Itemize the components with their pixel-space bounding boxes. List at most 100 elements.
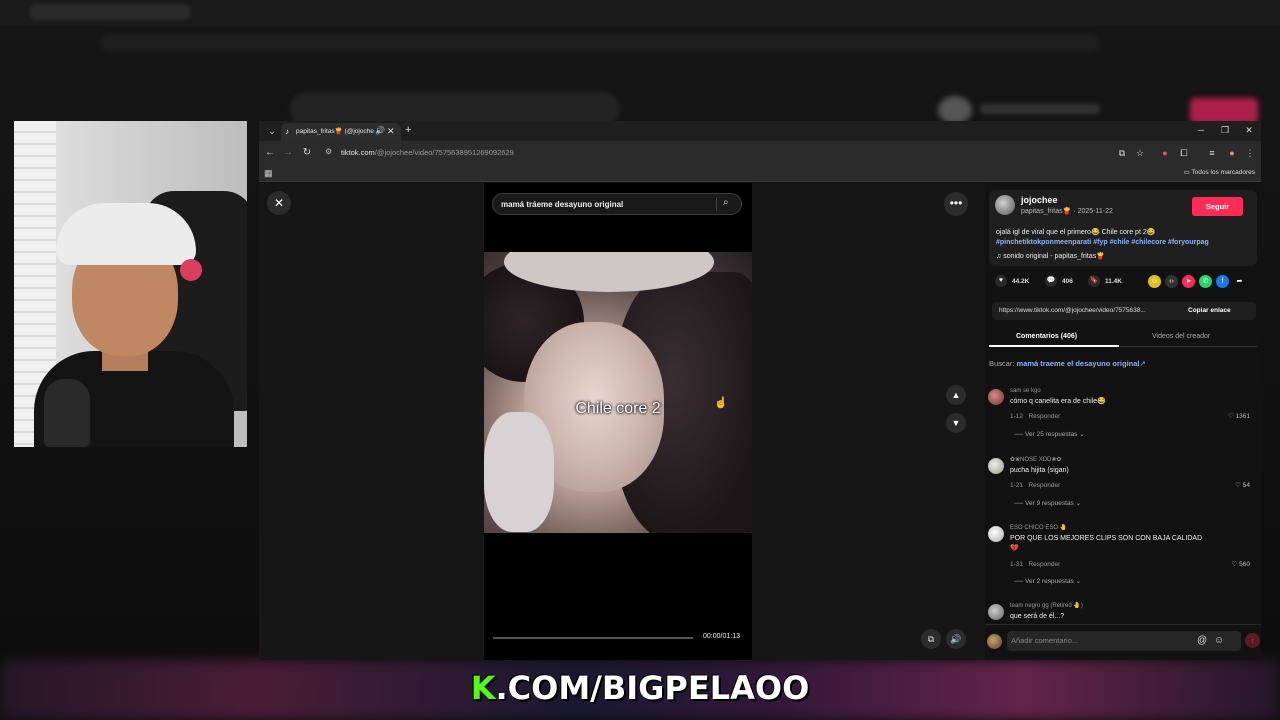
browser-window: ⌄ ♪ papitas_fritas🍟 (@jojoche 🔊 ✕ + ─ ❐ … bbox=[259, 121, 1261, 660]
related-search[interactable]: Buscar: mamá traeme el desayuno original… bbox=[989, 359, 1146, 369]
search-query: mamá tráeme desayuno original bbox=[501, 200, 624, 209]
heart-icon[interactable]: ♥ bbox=[995, 275, 1007, 287]
comment-meta: 1-31 Responder bbox=[1010, 561, 1061, 568]
tiktok-favicon-icon: ♪ bbox=[285, 127, 289, 136]
forward-icon[interactable]: → bbox=[282, 147, 294, 159]
reload-icon[interactable]: ↻ bbox=[301, 147, 313, 159]
reply-button[interactable]: Responder bbox=[1028, 482, 1060, 489]
active-tab-indicator bbox=[989, 345, 1119, 347]
comment-avatar[interactable] bbox=[988, 458, 1004, 474]
video-time: 00:00/01:13 bbox=[703, 633, 740, 640]
comment-text: POR QUE LOS MEJORES CLIPS SON CON BAJA C… bbox=[1010, 535, 1203, 542]
browser-menu-icon[interactable]: ⋮ bbox=[1244, 147, 1256, 159]
close-video-icon[interactable]: ✕ bbox=[267, 191, 291, 215]
background-tab bbox=[30, 4, 190, 20]
tab-title: papitas_fritas🍟 (@jojoche bbox=[296, 128, 374, 135]
comment-avatar[interactable] bbox=[988, 604, 1004, 620]
extension-red-icon[interactable]: ● bbox=[1159, 147, 1171, 159]
progress-bar[interactable] bbox=[493, 637, 693, 639]
comment-username[interactable]: ✿❀NOSE XDD❀✿ bbox=[1010, 456, 1061, 464]
share-link-url[interactable]: https://www.tiktok.com/@jojochee/video/7… bbox=[999, 306, 1181, 316]
site-info-icon[interactable]: ⚙ bbox=[325, 147, 332, 156]
panel-tabs: Comentarios (406) Videos del creador bbox=[989, 329, 1257, 347]
tab-comments[interactable]: Comentarios (406) bbox=[1016, 332, 1077, 342]
previous-video-icon[interactable]: ▲ bbox=[946, 385, 966, 405]
video-info-box: jojochee papitas_fritas🍟 · 2025-11-22 Se… bbox=[989, 190, 1257, 266]
comment-like[interactable]: ♡ 560 bbox=[1232, 560, 1251, 569]
follow-button[interactable]: Seguir bbox=[1192, 197, 1243, 216]
search-divider bbox=[716, 198, 717, 211]
video-description: ojalá igl de viral que el primero😂 Chile… bbox=[996, 229, 1156, 236]
webcam-cap-logo bbox=[180, 259, 202, 281]
back-icon[interactable]: ← bbox=[264, 147, 276, 159]
tab-creator-videos[interactable]: Videos del creador bbox=[1152, 332, 1210, 342]
speaker-icon[interactable]: 🔊 bbox=[375, 126, 385, 135]
send-to-friends-icon[interactable]: ➤ bbox=[1182, 275, 1195, 288]
author-subtitle: papitas_fritas🍟 · 2025-11-22 bbox=[1021, 208, 1113, 215]
comment-text: que será de él...? bbox=[1010, 613, 1065, 620]
share-arrow-icon[interactable]: ➦ bbox=[1233, 275, 1246, 288]
new-tab-icon[interactable]: + bbox=[405, 124, 411, 136]
repost-icon[interactable]: ☺ bbox=[1148, 275, 1161, 288]
view-replies-button[interactable]: ── Ver 2 respuestas ⌄ bbox=[1014, 577, 1081, 586]
video-search-bar[interactable]: mamá tráeme desayuno original ⌕ bbox=[492, 193, 742, 215]
video-caption: Chile core 2 bbox=[575, 400, 661, 417]
comment-placeholder: Añadir comentario... bbox=[1011, 636, 1079, 645]
comment-text: cómo q canelita era de chile😂 bbox=[1010, 398, 1106, 405]
search-icon[interactable]: ⌕ bbox=[723, 197, 729, 208]
browser-tab[interactable]: ♪ papitas_fritas🍟 (@jojoche 🔊 ✕ bbox=[281, 123, 401, 141]
apps-grid-icon[interactable]: ▦ bbox=[264, 168, 273, 179]
author-handle[interactable]: jojochee bbox=[1021, 195, 1058, 206]
comment-avatar[interactable] bbox=[988, 389, 1004, 405]
restore-icon[interactable]: ❐ bbox=[1219, 125, 1231, 136]
comment-username[interactable]: sam se kgo bbox=[1010, 387, 1041, 395]
video-player[interactable]: mamá tráeme desayuno original ⌕ Chile co… bbox=[484, 183, 752, 660]
view-replies-button[interactable]: ── Ver 9 respuestas ⌄ bbox=[1014, 499, 1081, 508]
floating-player-icon[interactable]: ⧉ bbox=[921, 629, 941, 649]
comment-like[interactable]: ♡ 54 bbox=[1235, 481, 1250, 490]
comment-avatar[interactable] bbox=[988, 526, 1004, 542]
send-comment-icon[interactable]: ↑ bbox=[1245, 633, 1260, 648]
bookmark-icon[interactable]: 🔖 bbox=[1088, 275, 1100, 287]
facebook-icon[interactable]: f bbox=[1216, 275, 1229, 288]
install-app-icon[interactable]: ⧉ bbox=[1116, 147, 1128, 159]
video-frame[interactable]: Chile core 2 ☝ bbox=[484, 252, 752, 533]
comment-username[interactable]: ESO CHICO ESO 🤚 bbox=[1010, 524, 1067, 532]
extensions-puzzle-icon[interactable]: ⧠ bbox=[1178, 147, 1190, 159]
more-options-icon[interactable]: ••• bbox=[944, 192, 968, 216]
volume-icon[interactable]: 🔊 bbox=[946, 629, 966, 649]
comment-icon[interactable]: 💬 bbox=[1045, 275, 1057, 287]
minimize-icon[interactable]: ─ bbox=[1195, 125, 1207, 136]
emoji-icon[interactable]: ☺ bbox=[1214, 635, 1224, 647]
mouse-cursor-icon: ☝ bbox=[714, 397, 728, 409]
comment-input[interactable]: Añadir comentario... @ ☺ bbox=[1007, 631, 1241, 651]
comment-like[interactable]: ♡ 1361 bbox=[1228, 412, 1250, 421]
embed-icon[interactable]: ‹› bbox=[1165, 275, 1178, 288]
related-search-query[interactable]: mamá traeme el desayuno original bbox=[1017, 359, 1140, 368]
next-video-icon[interactable]: ▼ bbox=[946, 413, 966, 433]
media-control-icon[interactable]: ≡ bbox=[1206, 147, 1218, 159]
bookmark-star-icon[interactable]: ☆ bbox=[1134, 147, 1146, 159]
tab-close-icon[interactable]: ✕ bbox=[387, 126, 395, 137]
window-close-icon[interactable]: ✕ bbox=[1243, 125, 1255, 136]
address-bar[interactable]: ⚙ tiktok.com/@jojochee/video/75756389512… bbox=[323, 145, 1113, 161]
comment-text: pucha hijita (sigan) bbox=[1010, 467, 1069, 474]
profile-avatar-icon[interactable]: ● bbox=[1226, 147, 1238, 159]
all-bookmarks-folder[interactable]: ▭ Todos los marcadores bbox=[1184, 168, 1255, 178]
all-bookmarks-label: Todos los marcadores bbox=[1191, 169, 1255, 176]
view-replies-button[interactable]: ── Ver 25 respuestas ⌄ bbox=[1014, 430, 1085, 439]
background-text-line bbox=[980, 104, 1100, 114]
mention-icon[interactable]: @ bbox=[1197, 635, 1207, 647]
reply-button[interactable]: Responder bbox=[1028, 413, 1060, 420]
tiktok-page: ✕ mamá tráeme desayuno original ⌕ Chile … bbox=[259, 183, 1261, 660]
webcam-microphone bbox=[44, 379, 90, 447]
copy-link-button[interactable]: Copiar enlace bbox=[1188, 306, 1231, 316]
whatsapp-icon[interactable]: ✆ bbox=[1199, 275, 1212, 288]
video-hashtags[interactable]: #pinchetiktokponmeenparati #fyp #chile #… bbox=[996, 238, 1209, 247]
sound-link[interactable]: ♫ sonido original - papitas_fritas🍟 bbox=[996, 252, 1105, 261]
tab-search-icon[interactable]: ⌄ bbox=[265, 124, 279, 138]
comment-text-line2: 💔 bbox=[1010, 545, 1019, 552]
comment-username[interactable]: team negro gg (Retired 🤚) bbox=[1010, 602, 1083, 610]
reply-button[interactable]: Responder bbox=[1028, 561, 1060, 568]
author-avatar[interactable] bbox=[995, 195, 1015, 215]
